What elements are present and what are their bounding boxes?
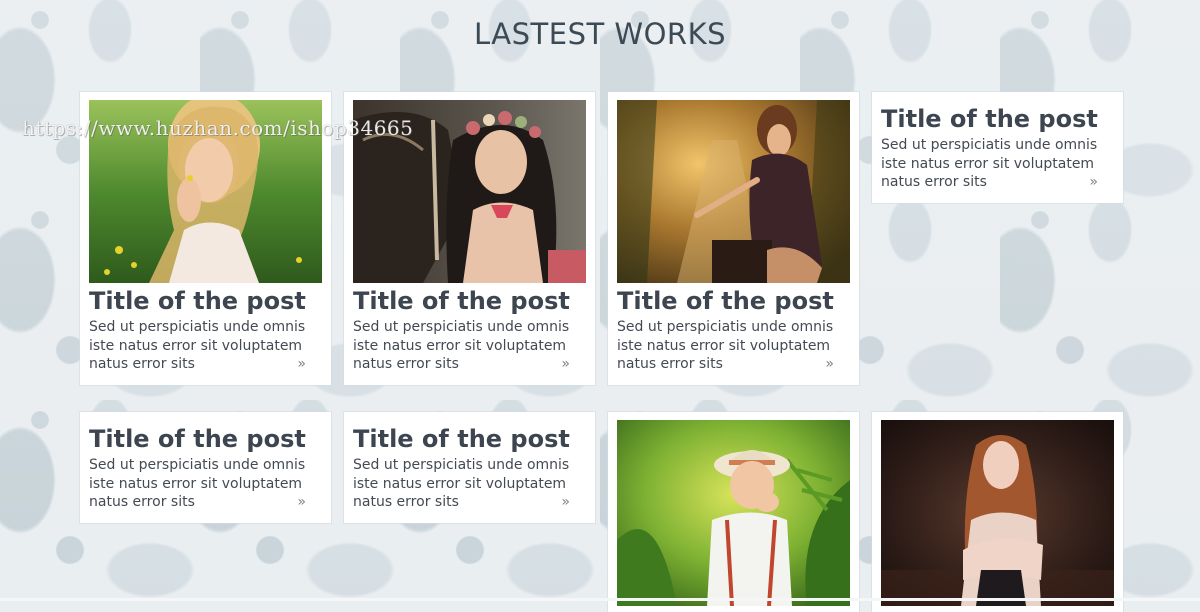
woman-dark-background-photo[interactable] — [881, 420, 1114, 606]
post-excerpt: Sed ut perspiciatis unde omnis iste natu… — [89, 457, 306, 510]
post-excerpt: Sed ut perspiciatis unde omnis iste natu… — [617, 319, 834, 372]
post-card[interactable]: Title of the post Sed ut perspiciatis un… — [80, 92, 331, 385]
read-more-icon[interactable]: » — [297, 357, 306, 371]
child-in-ferns-photo[interactable] — [617, 420, 850, 606]
works-grid: Title of the post Sed ut perspiciatis un… — [80, 92, 1124, 612]
post-excerpt: Sed ut perspiciatis unde omnis iste natu… — [353, 457, 570, 510]
post-excerpt: Sed ut perspiciatis unde omnis iste natu… — [881, 137, 1098, 190]
post-card[interactable]: Title of the post Sed ut perspiciatis un… — [80, 412, 331, 523]
woman-in-grass-photo[interactable] — [89, 100, 322, 283]
section-title: LASTEST WORKS — [473, 17, 727, 51]
read-more-icon[interactable]: » — [1089, 175, 1098, 189]
read-more-icon[interactable]: » — [825, 357, 834, 371]
post-title[interactable]: Title of the post — [89, 286, 322, 316]
post-title[interactable]: Title of the post — [881, 104, 1114, 134]
post-card[interactable] — [608, 412, 859, 612]
post-title[interactable]: Title of the post — [89, 424, 322, 454]
post-card[interactable]: Title of the post Sed ut perspiciatis un… — [608, 92, 859, 385]
read-more-icon[interactable]: » — [561, 357, 570, 371]
post-card[interactable] — [872, 412, 1123, 612]
post-excerpt: Sed ut perspiciatis unde omnis iste natu… — [353, 319, 570, 372]
read-more-icon[interactable]: » — [561, 495, 570, 509]
woman-on-path-photo[interactable] — [617, 100, 850, 283]
post-title[interactable]: Title of the post — [353, 424, 586, 454]
post-title[interactable]: Title of the post — [617, 286, 850, 316]
post-card[interactable]: Title of the post Sed ut perspiciatis un… — [344, 412, 595, 523]
read-more-icon[interactable]: » — [297, 495, 306, 509]
woman-with-horse-photo[interactable] — [353, 100, 586, 283]
post-title[interactable]: Title of the post — [353, 286, 586, 316]
post-excerpt: Sed ut perspiciatis unde omnis iste natu… — [89, 319, 306, 372]
post-card[interactable]: Title of the post Sed ut perspiciatis un… — [872, 92, 1123, 203]
post-card[interactable]: Title of the post Sed ut perspiciatis un… — [344, 92, 595, 385]
